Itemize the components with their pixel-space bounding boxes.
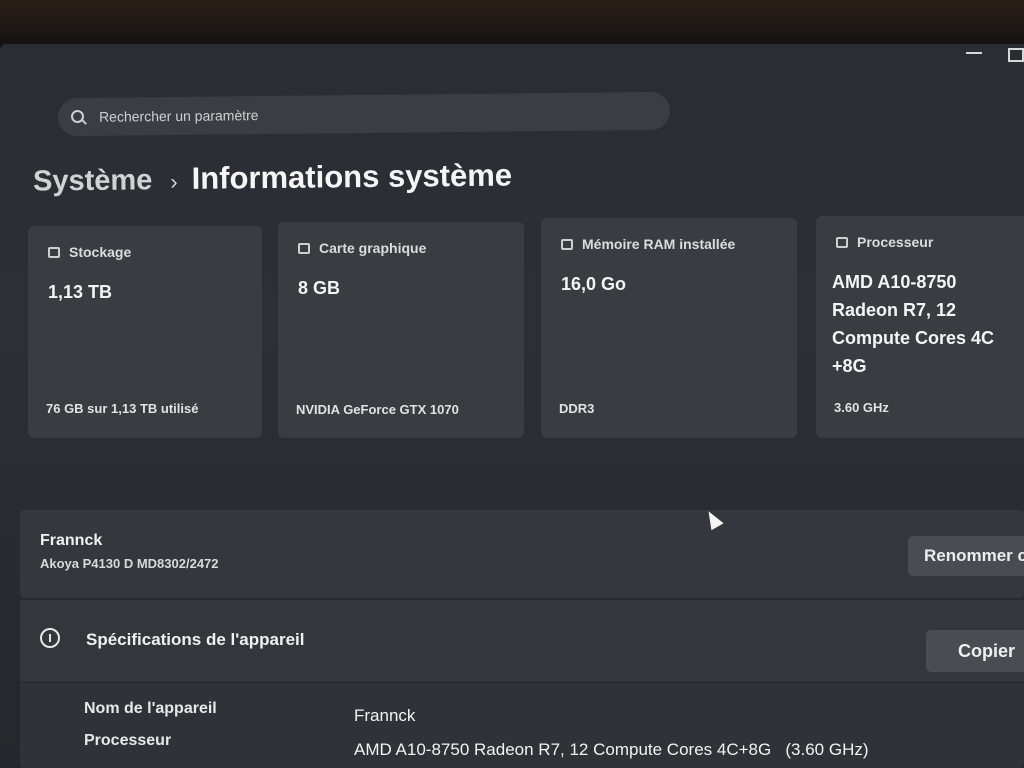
device-name: Frannck — [40, 532, 103, 549]
card-detail: DDR3 — [559, 401, 595, 416]
ram-card[interactable]: Mémoire RAM installée 16,0 Go DDR3 — [541, 218, 797, 438]
card-value: 1,13 TB — [48, 282, 113, 302]
search-icon — [71, 110, 85, 124]
chevron-right-icon: › — [170, 168, 178, 195]
page-title: Informations système — [191, 157, 513, 196]
rename-button[interactable]: Renommer c — [908, 536, 1024, 576]
gpu-icon — [298, 242, 310, 254]
card-header: Stockage — [48, 244, 131, 260]
card-value: 8 GB — [298, 278, 341, 298]
card-label: Stockage — [69, 244, 132, 260]
card-detail: 76 GB sur 1,13 TB utilisé — [46, 401, 199, 416]
ram-icon — [561, 238, 573, 250]
card-header: Carte graphique — [298, 240, 426, 256]
spec-label-device-name: Nom de l'appareil — [84, 700, 217, 717]
info-icon — [40, 628, 60, 648]
spec-label-processor: Processeur — [84, 732, 172, 749]
device-name-bar: Frannck Akoya P4130 D MD8302/2472 Renomm… — [20, 510, 1024, 598]
specs-header[interactable]: Spécifications de l'appareil Copier — [20, 600, 1024, 683]
breadcrumb-parent[interactable]: Système — [33, 164, 153, 198]
card-header: Processeur — [836, 234, 933, 250]
card-header: Mémoire RAM installée — [561, 236, 735, 252]
copy-button[interactable]: Copier — [926, 630, 1024, 672]
specs-title: Spécifications de l'appareil — [86, 630, 305, 649]
card-label: Processeur — [857, 234, 934, 250]
maximize-icon[interactable] — [1008, 48, 1024, 62]
window-controls — [944, 48, 1024, 68]
card-label: Mémoire RAM installée — [582, 236, 736, 252]
search-box[interactable]: Rechercher un paramètre — [57, 91, 671, 137]
cpu-icon — [836, 236, 848, 248]
gpu-card[interactable]: Carte graphique 8 GB NVIDIA GeForce GTX … — [278, 222, 524, 438]
monitor-bezel — [0, 0, 1024, 48]
card-label: Carte graphique — [319, 240, 427, 256]
cpu-card[interactable]: Processeur AMD A10-8750 Radeon R7, 12 Co… — [816, 216, 1024, 438]
device-model: Akoya P4130 D MD8302/2472 — [40, 556, 219, 571]
breadcrumb: Système › Informations système — [33, 157, 512, 198]
minimize-icon[interactable] — [966, 52, 982, 54]
search-placeholder[interactable]: Rechercher un paramètre — [99, 107, 259, 125]
card-value: 16,0 Go — [561, 274, 627, 294]
storage-icon — [48, 246, 60, 258]
storage-card[interactable]: Stockage 1,13 TB 76 GB sur 1,13 TB utili… — [28, 226, 262, 438]
spec-value-processor: AMD A10-8750 Radeon R7, 12 Compute Cores… — [354, 740, 869, 759]
card-detail: NVIDIA GeForce GTX 1070 — [296, 402, 459, 417]
card-value: AMD A10-8750 Radeon R7, 12 Compute Cores… — [832, 272, 995, 376]
device-specs-section: Spécifications de l'appareil Copier Nom … — [20, 600, 1024, 768]
card-detail: 3.60 GHz — [834, 400, 889, 415]
spec-value-device-name: Frannck — [354, 706, 416, 725]
